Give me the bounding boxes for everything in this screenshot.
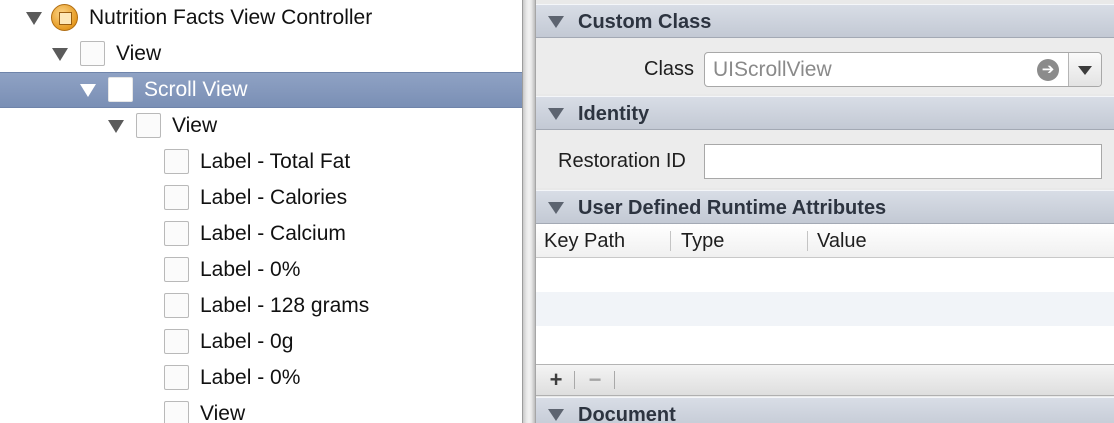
view-icon (136, 113, 161, 138)
outline-item-scroll-view[interactable]: Scroll View (0, 72, 522, 108)
document-outline: Nutrition Facts View Controller View Scr… (0, 0, 522, 423)
view-controller-icon (51, 4, 78, 31)
outline-item-label: Label - Calcium (200, 222, 346, 245)
runtime-attributes-table[interactable]: Key Path Type Value (536, 224, 1114, 365)
view-icon (164, 401, 189, 423)
outline-item-label-128-grams[interactable]: Label - 128 grams (0, 288, 522, 324)
section-header-document[interactable]: Document (536, 397, 1114, 423)
table-row[interactable] (536, 292, 1114, 326)
outline-item-view[interactable]: View (0, 396, 522, 423)
disclosure-triangle-icon[interactable] (52, 48, 68, 61)
label-icon (164, 221, 189, 246)
label-icon (164, 293, 189, 318)
toolbar-divider (614, 371, 615, 389)
section-title: Document (578, 404, 676, 423)
view-icon (80, 41, 105, 66)
outline-item-label: Nutrition Facts View Controller (89, 6, 373, 29)
column-header-type[interactable]: Type (681, 230, 724, 253)
outline-item-label: Label - Calories (200, 186, 348, 209)
label-icon (164, 185, 189, 210)
outline-item-label-calcium[interactable]: Label - Calcium (0, 216, 522, 252)
label-icon (164, 149, 189, 174)
section-header-runtime-attributes[interactable]: User Defined Runtime Attributes (536, 190, 1114, 224)
table-footer-toolbar: + − (536, 365, 1114, 396)
outline-item-label: Scroll View (144, 78, 248, 101)
class-input[interactable]: UIScrollView (713, 58, 832, 82)
disclosure-triangle-icon[interactable] (26, 12, 42, 25)
add-attribute-button[interactable]: + (544, 367, 568, 393)
section-title: User Defined Runtime Attributes (578, 197, 887, 219)
column-divider[interactable] (807, 231, 808, 251)
section-header-custom-class[interactable]: Custom Class (536, 4, 1114, 38)
restoration-id-label: Restoration ID (558, 150, 686, 172)
disclosure-triangle-icon[interactable] (80, 84, 96, 97)
class-label: Class (644, 58, 695, 80)
outline-item-label: View (172, 114, 218, 137)
outline-item-label-calories[interactable]: Label - Calories (0, 180, 522, 216)
disclosure-triangle-icon[interactable] (548, 409, 564, 421)
outline-item-label-0-percent[interactable]: Label - 0% (0, 360, 522, 396)
column-header-key-path[interactable]: Key Path (544, 230, 625, 253)
outline-item-view-controller[interactable]: Nutrition Facts View Controller (0, 0, 522, 36)
label-icon (164, 329, 189, 354)
table-row[interactable] (536, 326, 1114, 360)
outline-item-view[interactable]: View (0, 108, 522, 144)
outline-item-label-0-percent[interactable]: Label - 0% (0, 252, 522, 288)
disclosure-triangle-icon[interactable] (108, 120, 124, 133)
outline-item-label-total-fat[interactable]: Label - Total Fat (0, 144, 522, 180)
outline-item-view[interactable]: View (0, 36, 522, 72)
label-icon (164, 365, 189, 390)
outline-item-label-0g[interactable]: Label - 0g (0, 324, 522, 360)
column-header-value[interactable]: Value (817, 230, 867, 253)
panel-splitter[interactable] (522, 0, 536, 423)
class-dropdown-button[interactable] (1068, 53, 1101, 86)
toolbar-divider (574, 371, 575, 389)
restoration-id-field[interactable] (704, 144, 1102, 179)
outline-item-label: Label - Total Fat (200, 150, 351, 173)
outline-item-label: Label - 0% (200, 258, 301, 281)
disclosure-triangle-icon[interactable] (548, 108, 564, 120)
section-header-identity[interactable]: Identity (536, 96, 1114, 130)
outline-item-label: Label - 128 grams (200, 294, 370, 317)
outline-item-label: Label - 0% (200, 366, 301, 389)
table-header: Key Path Type Value (536, 224, 1114, 258)
outline-item-label: Label - 0g (200, 330, 294, 353)
column-divider[interactable] (670, 231, 671, 251)
section-title: Identity (578, 103, 650, 125)
section-title: Custom Class (578, 11, 712, 33)
outline-item-label: View (200, 402, 246, 423)
disclosure-triangle-icon[interactable] (548, 16, 564, 28)
navigate-arrow-icon[interactable]: ➔ (1037, 59, 1059, 81)
class-combo-box[interactable]: UIScrollView ➔ (704, 52, 1102, 87)
identity-inspector: Custom Class Class UIScrollView ➔ Identi… (536, 0, 1114, 423)
label-icon (164, 257, 189, 282)
table-row[interactable] (536, 258, 1114, 292)
scroll-view-icon (108, 77, 133, 102)
remove-attribute-button[interactable]: − (583, 367, 607, 393)
outline-item-label: View (116, 42, 162, 65)
disclosure-triangle-icon[interactable] (548, 202, 564, 214)
chevron-down-icon (1078, 66, 1092, 75)
